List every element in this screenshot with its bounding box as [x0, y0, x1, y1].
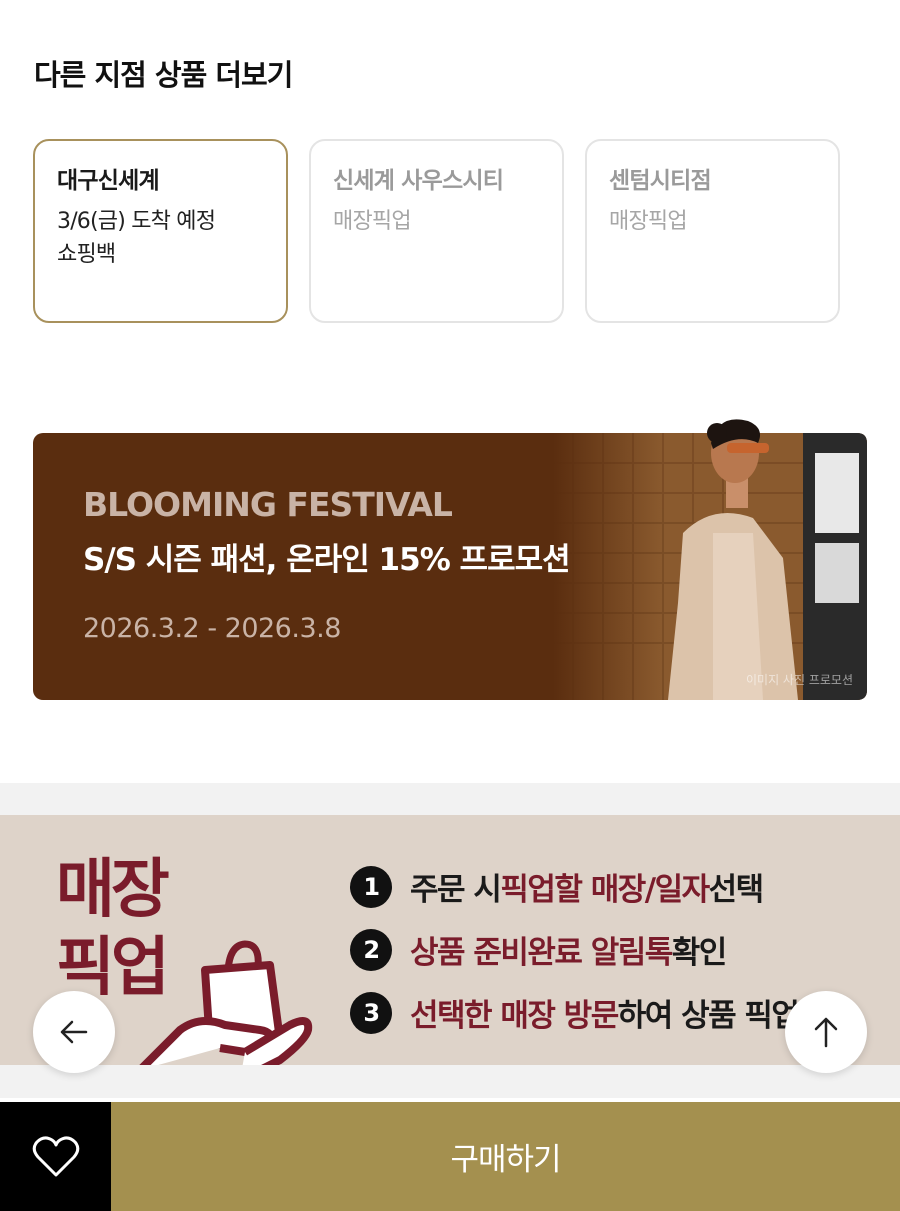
bottom-action-bar: 구매하기 — [0, 1102, 900, 1211]
store-pickup-banner: 매장 픽업 1 주문 시 픽업할 매장/일자 선택 2 상품 준비완료 알림톡 … — [0, 815, 900, 1065]
scroll-top-button[interactable] — [785, 991, 867, 1073]
step-text: 확인 — [671, 935, 728, 971]
store-delivery-date: 3/6(금) 도착 예정 — [57, 209, 216, 234]
store-card-southcity[interactable]: 신세계 사우스시티 매장픽업 — [309, 139, 564, 323]
store-card-daegu[interactable]: 대구신세계 3/6(금) 도착 예정 쇼핑백 — [33, 139, 288, 323]
section-title: 다른 지점 상품 더보기 — [34, 58, 293, 92]
back-button[interactable] — [33, 991, 115, 1073]
store-option: 매장픽업 — [609, 209, 688, 234]
step-number: 3 — [350, 991, 392, 1034]
hand-bag-icon — [139, 940, 313, 1065]
heart-icon — [32, 1135, 79, 1176]
step-number: 2 — [350, 928, 392, 971]
pickup-steps: 1 주문 시 픽업할 매장/일자 선택 2 상품 준비완료 알림톡 확인 3 선… — [350, 855, 800, 1044]
arrow-up-icon — [814, 1017, 838, 1048]
promo-banner[interactable]: BLOOMING FESTIVAL S/S 시즌 패션, 온라인 15% 프로모… — [33, 419, 867, 700]
step-number: 1 — [350, 865, 392, 908]
store-name: 신세계 사우스시티 — [333, 168, 504, 194]
step-text: 주문 시 — [410, 872, 502, 908]
banner-eyebrow: BLOOMING FESTIVAL — [83, 485, 453, 524]
buy-button[interactable]: 구매하기 — [111, 1102, 900, 1211]
store-card-centum[interactable]: 센텀시티점 매장픽업 — [585, 139, 840, 323]
wishlist-button[interactable] — [0, 1102, 111, 1211]
store-option: 매장픽업 — [333, 209, 412, 234]
step-highlight: 상품 준비완료 알림톡 — [410, 935, 673, 971]
pickup-step: 2 상품 준비완료 알림톡 확인 — [350, 918, 798, 981]
step-text: 하여 상품 픽업 — [617, 998, 800, 1034]
banner-headline: S/S 시즌 패션, 온라인 15% 프로모션 — [83, 542, 571, 578]
arrow-left-icon — [60, 1020, 88, 1044]
pickup-title-line1: 매장 — [56, 853, 170, 927]
banner-credit: 이미지 사진 프로모션 — [746, 673, 853, 687]
pickup-step: 3 선택한 매장 방문 하여 상품 픽업 — [350, 981, 800, 1044]
store-option: 쇼핑백 — [57, 242, 116, 267]
store-list: 대구신세계 3/6(금) 도착 예정 쇼핑백 신세계 사우스시티 매장픽업 센텀… — [33, 139, 840, 323]
store-name: 센텀시티점 — [609, 168, 712, 194]
store-name: 대구신세계 — [57, 168, 160, 194]
step-highlight: 픽업할 매장/일자 — [500, 872, 710, 908]
model-photo — [553, 419, 867, 700]
banner-dates: 2026.3.2 - 2026.3.8 — [83, 613, 341, 644]
step-highlight: 선택한 매장 방문 — [410, 998, 619, 1034]
step-text: 선택 — [708, 872, 765, 908]
pickup-step: 1 주문 시 픽업할 매장/일자 선택 — [350, 855, 798, 918]
